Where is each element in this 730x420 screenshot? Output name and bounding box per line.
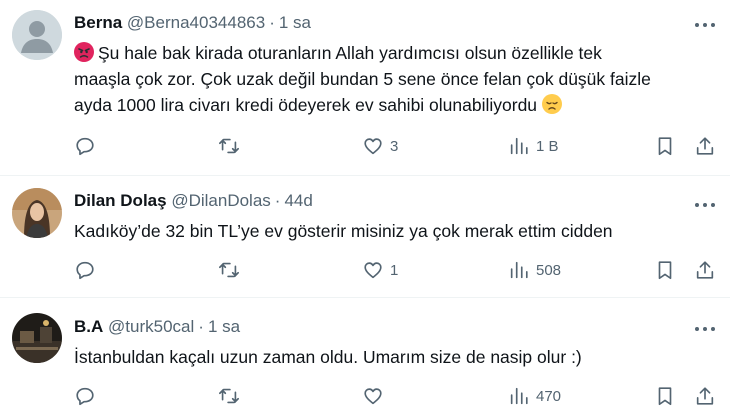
- user-handle[interactable]: @turk50cal: [108, 317, 194, 336]
- views-icon: [510, 261, 528, 279]
- like-count: 1: [390, 261, 399, 279]
- share-button[interactable]: [694, 384, 716, 408]
- bookmark-icon: [658, 261, 672, 280]
- like-icon: [364, 388, 382, 405]
- share-button[interactable]: [694, 134, 716, 158]
- profile-photo: [12, 313, 62, 363]
- more-icon[interactable]: [692, 195, 718, 215]
- view-count: 508: [536, 261, 562, 279]
- separator-dot: ·: [269, 13, 275, 32]
- views-button[interactable]: 1 B: [508, 134, 559, 158]
- like-button[interactable]: 3: [362, 134, 398, 158]
- tweet[interactable]: Dilan Dolaş @DilanDolas · 44d Kadıköy’de 3…: [0, 176, 730, 297]
- share-icon: [696, 387, 714, 405]
- avatar[interactable]: [12, 188, 62, 238]
- retweet-icon: [219, 388, 239, 404]
- display-name[interactable]: Dilan Dolaş: [74, 191, 167, 210]
- reply-icon: [76, 137, 94, 156]
- angry-face-icon: [74, 42, 94, 62]
- tweet-line: ayda 1000 lira civarı kredi ödeyerek ev …: [74, 95, 538, 115]
- tweet-line: Kadıköy’de 32 bin TL’ye ev gösterir misi…: [74, 221, 613, 241]
- views-button[interactable]: 508: [508, 258, 561, 282]
- bookmark-button[interactable]: [654, 384, 676, 408]
- tweet-actions: 3 1 B: [74, 134, 720, 158]
- share-icon: [696, 137, 714, 155]
- retweet-button[interactable]: [218, 134, 246, 158]
- more-icon[interactable]: [692, 319, 718, 339]
- retweet-icon: [219, 262, 239, 278]
- tweet[interactable]: Berna @Berna40344863 · 1 sa Şu hale bak ki…: [0, 0, 730, 175]
- tweet-line: Şu hale bak kirada oturanların Allah yar…: [98, 43, 602, 63]
- view-count: 1 B: [536, 137, 559, 155]
- tweet-header: Berna @Berna40344863 · 1 sa: [74, 12, 311, 34]
- separator-dot: ·: [274, 191, 281, 210]
- avatar[interactable]: [12, 313, 62, 363]
- reply-button[interactable]: [74, 134, 102, 158]
- like-count: 3: [390, 137, 399, 155]
- like-button[interactable]: 1: [362, 258, 398, 282]
- reply-button[interactable]: [74, 384, 102, 408]
- tweet[interactable]: B.A @turk50cal · 1 sa İstanbuldan kaçalı u…: [0, 298, 730, 420]
- reply-icon: [76, 261, 94, 280]
- share-icon: [696, 261, 714, 279]
- bookmark-button[interactable]: [654, 134, 676, 158]
- display-name[interactable]: Berna: [74, 13, 122, 32]
- like-icon: [364, 138, 382, 155]
- timestamp[interactable]: 1 sa: [279, 13, 311, 32]
- display-name[interactable]: B.A: [74, 317, 103, 336]
- tweet-text: İstanbuldan kaçalı uzun zaman oldu. Umar…: [74, 344, 714, 370]
- profile-photo: [12, 188, 62, 238]
- retweet-button[interactable]: [218, 258, 246, 282]
- tweet-text: Şu hale bak kirada oturanların Allah yar…: [74, 40, 714, 118]
- reply-icon: [76, 387, 94, 406]
- share-button[interactable]: [694, 258, 716, 282]
- like-button[interactable]: [362, 384, 390, 408]
- tweet-text: Kadıköy’de 32 bin TL’ye ev gösterir misi…: [74, 218, 714, 244]
- bookmark-button[interactable]: [654, 258, 676, 282]
- like-icon: [364, 262, 382, 279]
- view-count: 470: [536, 387, 562, 405]
- timestamp[interactable]: 1 sa: [208, 317, 240, 336]
- timestamp[interactable]: 44d: [284, 191, 312, 210]
- views-icon: [510, 137, 528, 155]
- tweet-header: Dilan Dolaş @DilanDolas · 44d: [74, 190, 313, 212]
- user-handle[interactable]: @DilanDolas: [171, 191, 270, 210]
- tweet-actions: 1 508: [74, 258, 720, 282]
- views-button[interactable]: 470: [508, 384, 561, 408]
- tweet-header: B.A @turk50cal · 1 sa: [74, 316, 240, 338]
- tweet-line: İstanbuldan kaçalı uzun zaman oldu. Umar…: [74, 347, 582, 367]
- avatar[interactable]: [12, 10, 62, 60]
- retweet-icon: [219, 138, 239, 154]
- user-handle[interactable]: @Berna40344863: [127, 13, 265, 32]
- reply-button[interactable]: [74, 258, 102, 282]
- more-icon[interactable]: [692, 15, 718, 35]
- tweet-actions: 470: [74, 384, 720, 408]
- separator-dot: ·: [198, 317, 204, 336]
- bookmark-icon: [658, 137, 672, 156]
- views-icon: [510, 387, 528, 405]
- tweet-line: maaşla çok zor. Çok uzak değil bundan 5 …: [74, 69, 651, 89]
- disappointed-face-icon: [542, 94, 563, 114]
- bookmark-icon: [658, 387, 672, 406]
- retweet-button[interactable]: [218, 384, 246, 408]
- default-avatar-icon: [12, 10, 62, 60]
